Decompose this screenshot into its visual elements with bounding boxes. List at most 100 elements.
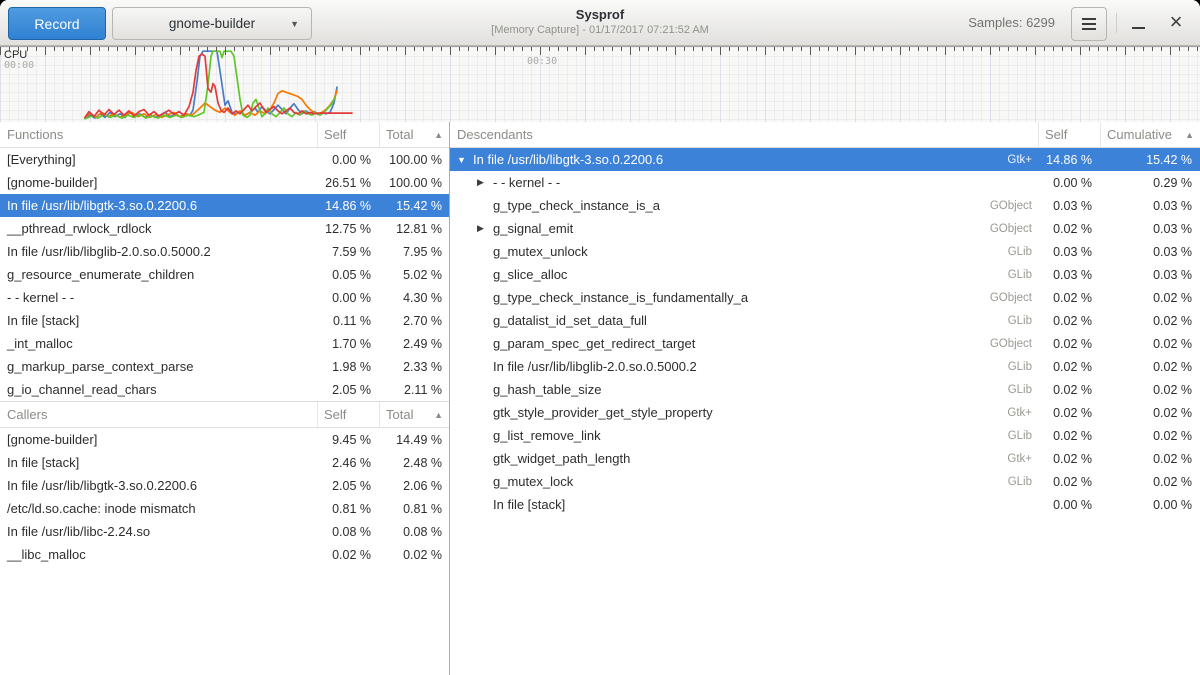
sysprof-window: Record gnome-builder ▼ Sysprof [Memory C… <box>0 0 1200 675</box>
table-row[interactable]: In file [stack]0.11 %2.70 % <box>0 309 449 332</box>
table-row[interactable]: [gnome-builder]9.45 %14.49 % <box>0 428 449 451</box>
table-row[interactable]: g_resource_enumerate_children0.05 %5.02 … <box>0 263 449 286</box>
table-row[interactable]: [gnome-builder]26.51 %100.00 % <box>0 171 449 194</box>
table-row[interactable]: In file /usr/lib/libgtk-3.so.0.2200.614.… <box>0 194 449 217</box>
total-percent: 7.95 % <box>379 245 449 259</box>
function-name: /etc/ld.so.cache: inode mismatch <box>0 501 317 516</box>
minimize-button[interactable] <box>1122 7 1154 39</box>
cpu-graph[interactable]: CPU 00:00 00:30 <box>0 46 1200 123</box>
functions-table-body: [Everything]0.00 %100.00 %[gnome-builder… <box>0 148 449 401</box>
callers-self-column-header[interactable]: Self <box>317 402 379 427</box>
tree-row[interactable]: gtk_widget_path_lengthGtk+0.02 %0.02 % <box>450 447 1200 470</box>
self-percent: 0.03 % <box>1038 268 1100 282</box>
tree-row[interactable]: ▶- - kernel - -0.00 %0.29 % <box>450 171 1200 194</box>
function-name-cell: g_mutex_unlockGLib <box>450 244 1038 259</box>
tree-row[interactable]: g_type_check_instance_is_aGObject0.03 %0… <box>450 194 1200 217</box>
tree-row[interactable]: g_mutex_unlockGLib0.03 %0.03 % <box>450 240 1200 263</box>
total-percent: 2.33 % <box>379 360 449 374</box>
right-panel: Descendants Self Cumulative ▲ ▼In file /… <box>450 122 1200 675</box>
self-percent: 0.03 % <box>1038 245 1100 259</box>
tree-row[interactable]: ▶g_signal_emitGObject0.02 %0.03 % <box>450 217 1200 240</box>
callers-column-header[interactable]: Callers <box>0 407 317 422</box>
descendants-self-column-header[interactable]: Self <box>1038 122 1100 147</box>
tree-row[interactable]: gtk_style_provider_get_style_propertyGtk… <box>450 401 1200 424</box>
total-percent: 0.08 % <box>379 525 449 539</box>
cumulative-percent: 0.29 % <box>1100 176 1200 190</box>
table-row[interactable]: In file /usr/lib/libgtk-3.so.0.2200.62.0… <box>0 474 449 497</box>
target-process-dropdown[interactable]: gnome-builder ▼ <box>112 7 312 40</box>
function-name: g_param_spec_get_redirect_target <box>493 336 695 351</box>
total-percent: 2.11 % <box>379 383 449 397</box>
functions-total-column-header[interactable]: Total ▲ <box>379 122 449 147</box>
table-row[interactable]: [Everything]0.00 %100.00 % <box>0 148 449 171</box>
functions-self-column-header[interactable]: Self <box>317 122 379 147</box>
cumulative-percent: 15.42 % <box>1100 153 1200 167</box>
tree-row[interactable]: In file [stack]0.00 %0.00 % <box>450 493 1200 516</box>
self-percent: 0.02 % <box>317 548 379 562</box>
tree-row[interactable]: ▼In file /usr/lib/libgtk-3.so.0.2200.6Gt… <box>450 148 1200 171</box>
record-button[interactable]: Record <box>8 7 106 40</box>
functions-column-header[interactable]: Functions <box>0 127 317 142</box>
headerbar-separator <box>1116 13 1117 33</box>
close-icon: × <box>1170 9 1183 35</box>
self-percent: 0.02 % <box>1038 314 1100 328</box>
expander-closed-icon[interactable]: ▶ <box>477 223 493 234</box>
function-name: g_type_check_instance_is_fundamentally_a <box>493 290 748 305</box>
table-row[interactable]: _int_malloc1.70 %2.49 % <box>0 332 449 355</box>
function-name-cell: g_list_remove_linkGLib <box>450 428 1038 443</box>
table-row[interactable]: g_io_channel_read_chars2.05 %2.11 % <box>0 378 449 401</box>
callers-total-column-header[interactable]: Total ▲ <box>379 402 449 427</box>
function-name-cell: ▶g_signal_emitGObject <box>450 221 1038 236</box>
tree-row[interactable]: g_mutex_lockGLib0.02 %0.02 % <box>450 470 1200 493</box>
descendants-cumulative-label: Cumulative <box>1107 127 1172 142</box>
expander-open-icon[interactable]: ▼ <box>457 155 473 165</box>
self-percent: 1.70 % <box>317 337 379 351</box>
table-row[interactable]: In file [stack]2.46 %2.48 % <box>0 451 449 474</box>
library-badge: GLib <box>1008 246 1038 258</box>
total-percent: 12.81 % <box>379 222 449 236</box>
callers-table-header[interactable]: Callers Self Total ▲ <box>0 401 449 428</box>
menu-button[interactable] <box>1071 7 1107 41</box>
tree-row[interactable]: g_param_spec_get_redirect_target GObject0… <box>450 332 1200 355</box>
total-percent: 14.49 % <box>379 433 449 447</box>
tree-row[interactable]: g_type_check_instance_is_fundamentally_a… <box>450 286 1200 309</box>
sort-ascending-icon: ▲ <box>434 410 443 420</box>
descendants-column-header[interactable]: Descendants <box>450 127 1038 142</box>
window-title: Sysprof <box>400 7 800 22</box>
total-percent: 0.81 % <box>379 502 449 516</box>
function-name-cell: g_type_check_instance_is_fundamentally_a… <box>450 290 1038 305</box>
expander-closed-icon[interactable]: ▶ <box>477 177 493 188</box>
descendants-table-header[interactable]: Descendants Self Cumulative ▲ <box>450 122 1200 148</box>
minimize-icon <box>1132 27 1145 29</box>
table-row[interactable]: /etc/ld.so.cache: inode mismatch0.81 %0.… <box>0 497 449 520</box>
table-row[interactable]: In file /usr/lib/libglib-2.0.so.0.5000.2… <box>0 240 449 263</box>
tree-row[interactable]: g_list_remove_linkGLib0.02 %0.02 % <box>450 424 1200 447</box>
function-name: g_slice_alloc <box>493 267 567 282</box>
tree-row[interactable]: g_datalist_id_set_data_fullGLib0.02 %0.0… <box>450 309 1200 332</box>
library-badge: GLib <box>1008 315 1038 327</box>
tree-row[interactable]: g_hash_table_sizeGLib0.02 %0.02 % <box>450 378 1200 401</box>
descendants-cumulative-column-header[interactable]: Cumulative ▲ <box>1100 122 1200 147</box>
table-row[interactable]: - - kernel - -0.00 %4.30 % <box>0 286 449 309</box>
table-row[interactable]: __libc_malloc0.02 %0.02 % <box>0 543 449 566</box>
self-percent: 0.02 % <box>1038 337 1100 351</box>
table-row[interactable]: g_markup_parse_context_parse1.98 %2.33 % <box>0 355 449 378</box>
callers-total-label: Total <box>386 407 413 422</box>
function-name: g_signal_emit <box>493 221 573 236</box>
cpu-graph-lines <box>0 47 1200 122</box>
table-row[interactable]: In file /usr/lib/libc-2.24.so0.08 %0.08 … <box>0 520 449 543</box>
self-percent: 0.00 % <box>1038 176 1100 190</box>
close-button[interactable]: × <box>1158 5 1194 39</box>
function-name-cell: g_mutex_lockGLib <box>450 474 1038 489</box>
library-badge: GLib <box>1008 430 1038 442</box>
cumulative-percent: 0.03 % <box>1100 222 1200 236</box>
tree-row[interactable]: g_slice_allocGLib0.03 %0.03 % <box>450 263 1200 286</box>
function-name: In file /usr/lib/libglib-2.0.so.0.5000.2 <box>493 359 697 374</box>
self-percent: 2.46 % <box>317 456 379 470</box>
function-name: g_type_check_instance_is_a <box>493 198 660 213</box>
library-badge: GObject <box>990 338 1038 350</box>
functions-table-header[interactable]: Functions Self Total ▲ <box>0 122 449 148</box>
tree-row[interactable]: In file /usr/lib/libglib-2.0.so.0.5000.2… <box>450 355 1200 378</box>
ruler-major-ticks <box>0 47 1200 55</box>
table-row[interactable]: __pthread_rwlock_rdlock12.75 %12.81 % <box>0 217 449 240</box>
